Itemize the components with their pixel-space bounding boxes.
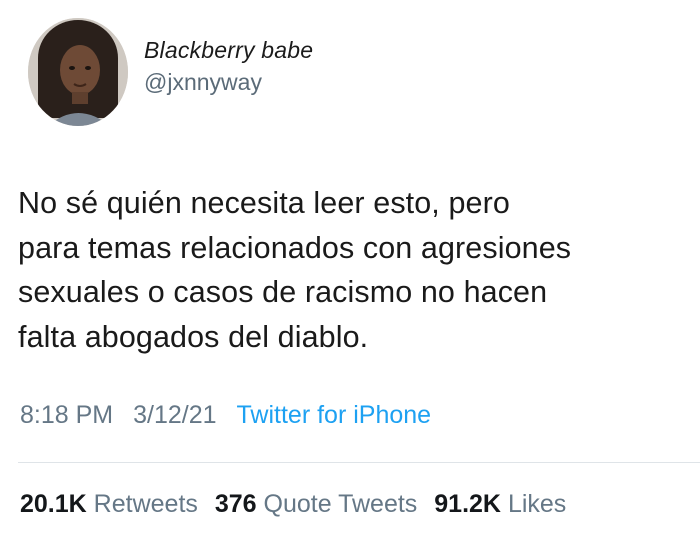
user-names: Blackberry babe @jxnnyway: [144, 35, 313, 97]
tweet-text: No sé quién necesita leer esto, pero par…: [18, 186, 572, 354]
retweets-label: Retweets: [93, 490, 198, 518]
quote-tweets-stat[interactable]: 376 Quote Tweets: [215, 490, 417, 518]
likes-count: 91.2K: [434, 490, 501, 518]
tweet-header: Blackberry babe @jxnnyway: [28, 18, 313, 126]
avatar[interactable]: [28, 18, 128, 126]
likes-label: Likes: [507, 490, 567, 518]
divider: [18, 462, 700, 463]
user-handle[interactable]: @jxnnyway: [144, 67, 313, 97]
tweet-date[interactable]: 3/12/21: [133, 401, 216, 429]
tweet-source-link[interactable]: Twitter for iPhone: [237, 401, 432, 429]
quotes-label: Quote Tweets: [263, 490, 418, 518]
display-name[interactable]: Blackberry babe: [144, 35, 313, 65]
tweet-card: Blackberry babe @jxnnyway No sé quién ne…: [0, 0, 700, 547]
tweet-stats: 20.1K Retweets 376 Quote Tweets 91.2K Li…: [20, 487, 566, 521]
tweet-metadata: 8:18 PM 3/12/21 Twitter for iPhone: [20, 398, 431, 432]
tweet-time[interactable]: 8:18 PM: [20, 401, 113, 429]
likes-stat[interactable]: 91.2K Likes: [434, 490, 566, 518]
avatar-photo: [28, 18, 128, 126]
quotes-count: 376: [214, 490, 257, 518]
retweets-stat[interactable]: 20.1K Retweets: [20, 490, 198, 518]
retweets-count: 20.1K: [20, 490, 87, 518]
